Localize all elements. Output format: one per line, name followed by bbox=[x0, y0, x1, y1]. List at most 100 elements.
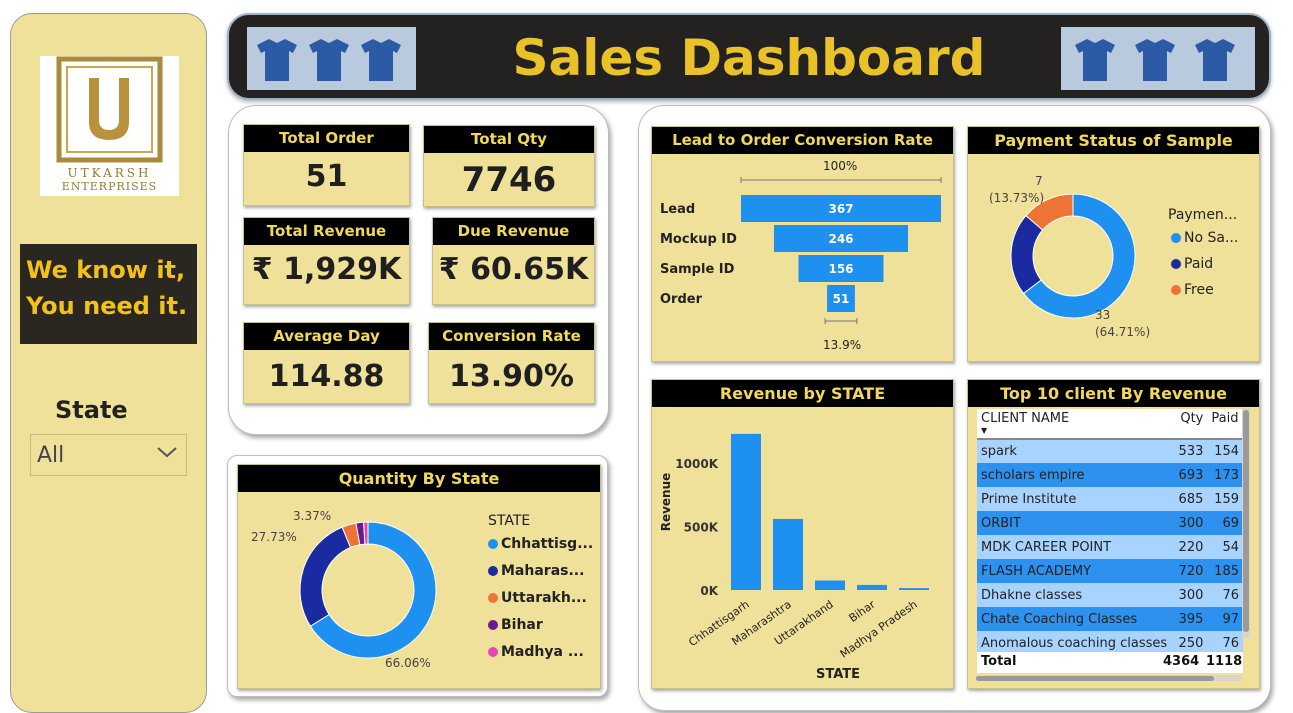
payment-donut-chart bbox=[1010, 193, 1136, 319]
state-dropdown-value: All bbox=[37, 443, 65, 468]
revenue-bar[interactable] bbox=[773, 518, 803, 590]
kpi-label: Total Order bbox=[244, 125, 409, 152]
state-dropdown[interactable]: All bbox=[30, 434, 187, 476]
quantity-donut-slice-1[interactable] bbox=[299, 526, 352, 627]
table-cell-name: FLASH ACADEMY bbox=[981, 563, 1092, 579]
table-cell-qty: 395 bbox=[1178, 611, 1204, 627]
kpi-value: 51 bbox=[305, 159, 348, 194]
legend-dot-icon bbox=[488, 539, 498, 549]
table-cell-paid: 76 bbox=[1222, 587, 1239, 603]
table-horizontal-scrollbar[interactable] bbox=[976, 675, 1242, 681]
table-row[interactable]: spark 533 154 bbox=[977, 439, 1243, 463]
revenue-bar-chart: 0K500K1000KRevenueSTATEChhattisgarhMahar… bbox=[659, 433, 929, 682]
legend-item[interactable]: Bihar bbox=[488, 617, 593, 644]
legend-label: Uttarakh... bbox=[501, 590, 587, 606]
donut-label-free-value: 7 bbox=[1035, 174, 1043, 188]
table-row[interactable]: ORBIT 300 69 bbox=[977, 511, 1243, 535]
table-cell-paid: 185 bbox=[1214, 563, 1239, 579]
column-header-paid[interactable]: Paid bbox=[1207, 409, 1243, 439]
slogan-line-1: We know it, bbox=[26, 256, 186, 284]
table-row[interactable]: scholars empire 693 173 bbox=[977, 463, 1243, 487]
clients-table-container[interactable]: CLIENT NAME ▼ Qty Paid spark 533 154 scholar… bbox=[977, 409, 1243, 673]
table-cell-qty: 220 bbox=[1178, 539, 1204, 555]
scrollbar-thumb[interactable] bbox=[976, 676, 1214, 681]
table-cell-qty: 685 bbox=[1178, 491, 1204, 507]
x-axis-label: STATE bbox=[816, 667, 860, 682]
donut-label-uttarakhand: 3.37% bbox=[293, 509, 332, 523]
table-cell-name: MDK CAREER POINT bbox=[981, 539, 1112, 555]
table-row[interactable]: FLASH ACADEMY 720 185 bbox=[977, 559, 1243, 583]
donut-label-chhattisgarh: 66.06% bbox=[385, 656, 431, 670]
table-cell-name: spark bbox=[981, 444, 1017, 459]
logo-name-text: UTKARSH bbox=[67, 166, 152, 180]
legend-label: Paid bbox=[1184, 256, 1214, 272]
donut-label-nosample-value: 33 bbox=[1095, 308, 1111, 322]
donut-label-nosample-pct: (64.71%) bbox=[1095, 325, 1151, 339]
scrollbar-thumb[interactable] bbox=[1243, 410, 1249, 632]
table-row[interactable]: Prime Institute 685 159 bbox=[977, 487, 1243, 511]
table-row[interactable]: Dhakne classes 300 76 bbox=[977, 583, 1243, 607]
table-cell-name: ORBIT bbox=[981, 515, 1021, 531]
legend-item[interactable]: Uttarakh... bbox=[488, 590, 593, 617]
funnel-stage-label: Sample ID bbox=[660, 262, 735, 277]
funnel-stage-label: Mockup ID bbox=[660, 232, 737, 247]
legend-item[interactable]: Chhattisg... bbox=[488, 536, 593, 563]
legend-label: Bihar bbox=[501, 617, 543, 633]
funnel-stage-label: Lead bbox=[660, 202, 695, 217]
quantity-legend: Chhattisg... Maharas... Uttarakh... Bihar Ma… bbox=[488, 536, 593, 671]
legend-item[interactable]: Maharas... bbox=[488, 563, 593, 590]
kpi-value: 13.90% bbox=[449, 359, 574, 394]
table-row[interactable]: Chate Coaching Classes 395 97 bbox=[977, 607, 1243, 631]
y-tick-label: 1000K bbox=[675, 457, 718, 471]
kpi-value: 114.88 bbox=[268, 359, 385, 394]
slogan-line-2: You need it. bbox=[26, 292, 188, 320]
funnel-stage-label: Order bbox=[660, 292, 703, 307]
legend-title: STATE bbox=[488, 513, 531, 529]
legend-item[interactable]: Madhya ... bbox=[488, 644, 593, 671]
kpi-label: Total Revenue bbox=[244, 218, 409, 245]
funnel-bar-value: 246 bbox=[828, 232, 853, 246]
table-cell-name: Chate Coaching Classes bbox=[981, 611, 1138, 627]
legend-label: Chhattisg... bbox=[501, 536, 594, 552]
chart-title: Payment Status of Sample bbox=[968, 127, 1259, 154]
revenue-by-state-card: Revenue by STATE 0K 500K 1000K Revenue STATE… bbox=[651, 379, 954, 689]
logo-subtitle-text: ENTERPRISES bbox=[61, 180, 158, 193]
table-vertical-scrollbar[interactable] bbox=[1242, 408, 1250, 638]
state-filter-label: State bbox=[55, 396, 128, 424]
y-tick-label: 500K bbox=[684, 521, 719, 535]
kpi-total-order: Total Order 51 bbox=[243, 124, 410, 206]
y-axis-label: Revenue bbox=[659, 473, 673, 532]
legend-label: No Sa... bbox=[1184, 230, 1239, 246]
x-tick-label: Madhya Pradesh bbox=[838, 598, 920, 661]
legend-dot-icon bbox=[488, 647, 498, 657]
kpi-average-day: Average Day 114.88 bbox=[243, 322, 410, 404]
funnel-bar-value: 51 bbox=[833, 292, 850, 306]
legend-item[interactable]: Paid bbox=[1171, 256, 1238, 282]
payment-donut-slice-1[interactable] bbox=[1010, 214, 1044, 295]
y-tick-label: 0K bbox=[700, 584, 718, 598]
quantity-donut-chart bbox=[299, 521, 437, 659]
column-header-client-name[interactable]: CLIENT NAME ▼ bbox=[977, 409, 1174, 439]
revenue-bar[interactable] bbox=[815, 580, 845, 590]
legend-label: Madhya ... bbox=[501, 644, 584, 660]
revenue-bar[interactable] bbox=[731, 433, 761, 590]
table-cell-name: Prime Institute bbox=[981, 491, 1077, 507]
table-cell-paid: 173 bbox=[1214, 467, 1239, 483]
x-tick-label: Bihar bbox=[847, 598, 878, 625]
total-label: Total bbox=[981, 654, 1017, 669]
legend-item[interactable]: No Sa... bbox=[1171, 230, 1238, 256]
shirt-icon bbox=[1061, 27, 1255, 90]
revenue-bar[interactable] bbox=[857, 584, 887, 590]
table-cell-qty: 533 bbox=[1178, 444, 1204, 459]
company-logo: UTKARSH ENTERPRISES bbox=[40, 56, 179, 196]
total-qty: 4364 bbox=[1163, 654, 1200, 669]
revenue-bar[interactable] bbox=[899, 588, 929, 590]
funnel-top-bracket bbox=[740, 177, 942, 183]
table-row[interactable]: MDK CAREER POINT 220 54 bbox=[977, 535, 1243, 559]
column-header-qty[interactable]: Qty bbox=[1174, 409, 1207, 439]
legend-item[interactable]: Free bbox=[1171, 282, 1238, 308]
legend-dot-icon bbox=[1171, 259, 1181, 269]
kpi-due-revenue: Due Revenue ₹ 60.65K bbox=[432, 217, 595, 305]
funnel-bar-value: 156 bbox=[828, 262, 853, 276]
table-cell-paid: 97 bbox=[1222, 611, 1239, 627]
